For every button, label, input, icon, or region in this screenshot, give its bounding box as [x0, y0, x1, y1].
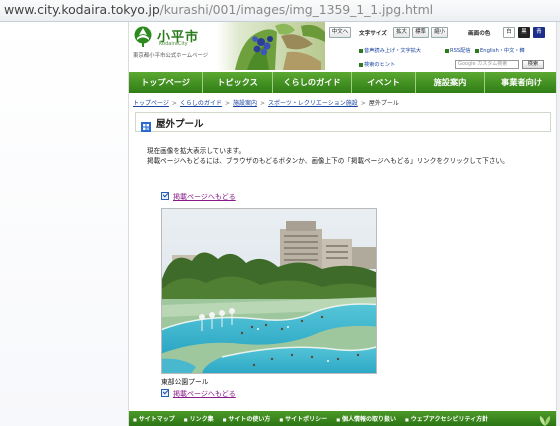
notice-line-1: 現在画像を拡大表示しています。 [147, 147, 246, 155]
breadcrumb-link-facilities[interactable]: 施設案内 [233, 100, 257, 107]
search-hint-link[interactable]: 検索のヒント [359, 61, 395, 68]
breadcrumb-current: 屋外プール [368, 100, 399, 107]
accessibility-tools: 中文へ 文字サイズ 拡大 標準 縮小 画面の色 白 黒 青 音声読み上げ・文字拡… [327, 25, 556, 69]
back-link-label: 掲載ページへもどる [173, 390, 236, 398]
footer-link-accessibility[interactable]: ウェブアクセシビリティ方針 [405, 414, 488, 423]
nav-item-business[interactable]: 事業者向け [485, 72, 556, 93]
back-to-page-link-top[interactable]: 掲載ページへもどる [161, 192, 236, 202]
voice-reader-link-label: 音声読み上げ・文字拡大 [364, 48, 422, 54]
address-url[interactable]: www.city.kodaira.tokyo.jp/kurashi/001/im… [4, 2, 433, 17]
language-link[interactable]: English・中文・韓 [475, 47, 525, 54]
language-link-label: English・中文・韓 [480, 48, 525, 54]
voice-reader-link[interactable]: 音声読み上げ・文字拡大 [359, 47, 421, 54]
city-emblem-icon [133, 26, 153, 48]
nav-item-living-guide[interactable]: くらしのガイド [273, 72, 352, 93]
nav-item-topics[interactable]: トピックス [203, 72, 273, 93]
footer-link-how-to-use[interactable]: サイトの使い方 [223, 414, 270, 423]
color-blue-button[interactable]: 青 [533, 27, 545, 38]
breadcrumb-separator: > [259, 100, 266, 107]
page-container: 小平市 KodairaCity 東京都小平市公式ホームページ 中文へ 文字サイズ… [128, 22, 557, 426]
bullet-icon [359, 48, 363, 53]
global-navigation: トップページ トピックス くらしのガイド イベント 施設案内 事業者向け [129, 72, 556, 93]
page-title-icon [141, 117, 151, 132]
breadcrumb-separator: > [224, 100, 230, 107]
pool-photo [161, 208, 377, 374]
link-checkbox-icon [161, 389, 169, 397]
back-to-page-link-bottom[interactable]: 掲載ページへもどる [161, 389, 236, 399]
url-host: www.city.kodaira.tokyo.jp [4, 2, 160, 17]
breadcrumb-link-sports[interactable]: スポーツ・レクリエーション施設 [268, 100, 358, 107]
site-footer: サイトマップ リンク集 サイトの使い方 サイトポリシー 個人情報の取り扱い ウェ… [129, 411, 556, 426]
nav-item-top[interactable]: トップページ [129, 72, 203, 93]
photo-caption: 東部公園プール [161, 378, 209, 386]
breadcrumb-link-top[interactable]: トップページ [133, 100, 169, 107]
site-header: 小平市 KodairaCity 東京都小平市公式ホームページ 中文へ 文字サイズ… [129, 22, 556, 70]
footer-link-policy[interactable]: サイトポリシー [279, 414, 327, 423]
breadcrumb: トップページ > くらしのガイド > 施設案内 > スポーツ・レクリエーション施設 > 屋外プー… [133, 98, 399, 107]
notice-line-2: 掲載ページへもどるには、ブラウザのもどるボタンか、画像上下の「掲載ページへもどる… [147, 157, 509, 166]
bullet-icon [359, 62, 363, 67]
notice-text: 現在画像を拡大表示しています。 掲載ページへもどるには、ブラウザのもどるボタンか… [147, 146, 547, 166]
page-title: 屋外プール [156, 119, 204, 130]
font-size-label: 文字サイズ [359, 31, 387, 37]
screen-color-label: 画面の色 [468, 31, 491, 37]
color-white-button[interactable]: 白 [503, 27, 515, 38]
header-banner-image [217, 22, 325, 70]
city-roman: KodairaCity [159, 41, 188, 47]
font-standard-button[interactable]: 標準 [412, 27, 429, 38]
footer-link-links[interactable]: リンク集 [184, 414, 214, 423]
page-title-box: 屋外プール [135, 112, 551, 132]
search-button[interactable]: 検索 [522, 60, 544, 69]
back-link-label: 掲載ページへもどる [173, 193, 236, 201]
search-input[interactable]: Google カスタム検索 [455, 60, 519, 69]
bullet-icon [445, 48, 449, 53]
breadcrumb-separator: > [360, 100, 366, 107]
footer-link-privacy[interactable]: 個人情報の取り扱い [336, 414, 396, 423]
font-large-button[interactable]: 拡大 [393, 27, 410, 38]
bullet-icon [475, 48, 479, 53]
browser-address-bar[interactable]: www.city.kodaira.tokyo.jp/kurashi/001/im… [0, 0, 560, 22]
search-hint-label: 検索のヒント [364, 62, 396, 68]
site-subtitle: 東京都小平市公式ホームページ [133, 53, 209, 59]
font-small-button[interactable]: 縮小 [431, 27, 448, 38]
rss-link-label: RSS配信 [450, 48, 471, 54]
breadcrumb-link-living-guide[interactable]: くらしのガイド [180, 100, 222, 107]
page-margin-left [0, 22, 128, 426]
color-black-button[interactable]: 黒 [518, 27, 530, 38]
chinese-language-button[interactable]: 中文へ [329, 27, 351, 38]
nav-item-facilities[interactable]: 施設案内 [416, 72, 485, 93]
breadcrumb-separator: > [171, 100, 177, 107]
leaf-decoration-icon [538, 412, 552, 426]
rss-link[interactable]: RSS配信 [445, 47, 471, 54]
url-path: /kurashi/001/images/img_1359_1_1.jpg.htm… [159, 2, 434, 17]
nav-item-events[interactable]: イベント [352, 72, 416, 93]
link-checkbox-icon [161, 192, 169, 200]
footer-link-sitemap[interactable]: サイトマップ [133, 414, 175, 423]
